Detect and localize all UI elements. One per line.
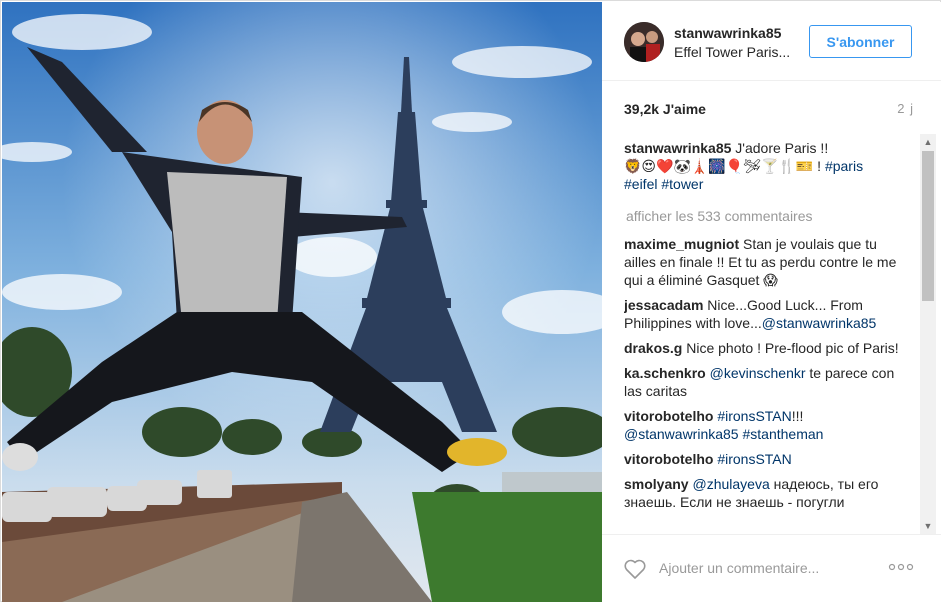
caption-tag-eifel[interactable]: #eifel — [624, 176, 657, 192]
comment-mention[interactable]: @kevinschenkr — [710, 365, 806, 381]
comment-mention[interactable]: @stanwawrinka85 — [762, 315, 877, 331]
avatar-image — [624, 22, 664, 62]
comment-mention[interactable]: @zhulayeva — [692, 476, 769, 492]
likes-count[interactable]: 39,2k J'aime — [624, 101, 706, 117]
caption-text: J'adore Paris !! — [735, 140, 829, 156]
caption-emojis: 🦁😍❤️🐼🗼🎆🎈🛩🍸🍴🎫 ! — [624, 158, 822, 174]
comment-item: drakos.g Nice photo ! Pre-flood pic of P… — [624, 339, 904, 357]
caption: stanwawrinka85 J'adore Paris !! 🦁😍❤️🐼🗼🎆🎈… — [624, 139, 904, 193]
comment-username[interactable]: vitorobotelho — [624, 451, 713, 467]
comment-hashtag[interactable]: #ironsSTAN — [717, 408, 791, 424]
comment-text: Nice photo ! Pre-flood pic of Paris! — [686, 340, 899, 356]
comments-list: stanwawrinka85 J'adore Paris !! 🦁😍❤️🐼🗼🎆🎈… — [624, 139, 904, 534]
likes-row: 39,2k J'aime 2 j — [624, 101, 914, 121]
more-options-icon[interactable] — [888, 563, 914, 571]
follow-button[interactable]: S'abonner — [809, 25, 912, 58]
post-footer: Ajouter un commentaire... — [602, 534, 941, 602]
show-all-comments-link[interactable]: afficher les 533 commentaires — [626, 207, 904, 225]
comment-hashtag[interactable]: #stantheman — [743, 426, 824, 442]
caption-username[interactable]: stanwawrinka85 — [624, 140, 731, 156]
comment-username[interactable]: maxime_mugniot — [624, 236, 739, 252]
comment-username[interactable]: smolyany — [624, 476, 689, 492]
comment-hashtag[interactable]: #ironsSTAN — [717, 451, 791, 467]
post-header: stanwawrinka85 Effel Tower Paris... S'ab… — [602, 2, 941, 81]
post-location[interactable]: Effel Tower Paris... — [674, 44, 794, 60]
post-photo[interactable] — [2, 2, 602, 602]
comment-username[interactable]: vitorobotelho — [624, 408, 713, 424]
photo-illustration — [2, 2, 602, 602]
scroll-down-arrow-icon[interactable]: ▼ — [920, 518, 936, 534]
comment-text: !!! — [791, 408, 804, 424]
comment-username[interactable]: jessacadam — [624, 297, 703, 313]
post-username[interactable]: stanwawrinka85 — [674, 25, 781, 41]
caption-tag-tower[interactable]: #tower — [661, 176, 703, 192]
post-sidebar: stanwawrinka85 Effel Tower Paris... S'ab… — [602, 2, 941, 602]
comment-username[interactable]: drakos.g — [624, 340, 682, 356]
caption-tag-paris[interactable]: #paris — [825, 158, 863, 174]
avatar[interactable] — [624, 22, 664, 62]
comment-item: smolyany @zhulayeva надеюсь, ты его знае… — [624, 475, 904, 511]
comment-item: vitorobotelho #ironsSTAN — [624, 450, 904, 468]
heart-outline-icon[interactable] — [623, 557, 647, 581]
comment-item: jessacadam Nice...Good Luck... From Phil… — [624, 296, 904, 332]
scrollbar-thumb[interactable] — [922, 151, 934, 301]
post-window: stanwawrinka85 Effel Tower Paris... S'ab… — [0, 0, 941, 602]
add-comment-input[interactable]: Ajouter un commentaire... — [659, 560, 819, 576]
comment-mention[interactable]: @stanwawrinka85 — [624, 426, 739, 442]
comment-item: vitorobotelho #ironsSTAN!!! @stanwawrink… — [624, 407, 904, 443]
comment-username[interactable]: ka.schenkro — [624, 365, 706, 381]
comment-item: maxime_mugniot Stan je voulais que tu ai… — [624, 235, 904, 289]
scroll-up-arrow-icon[interactable]: ▲ — [920, 134, 936, 150]
comment-item: ka.schenkro @kevinschenkr te parece con … — [624, 364, 904, 400]
comments-scrollbar[interactable]: ▲ ▼ — [920, 134, 936, 534]
post-time[interactable]: 2 j — [897, 101, 914, 116]
